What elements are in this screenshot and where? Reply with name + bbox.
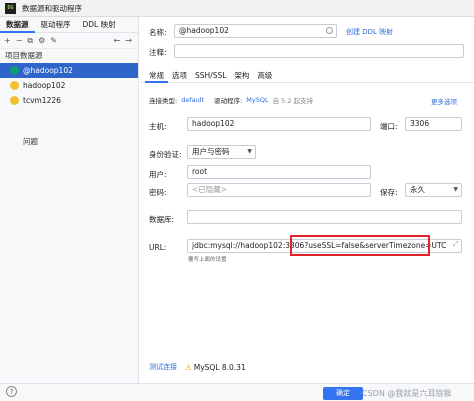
left-tabs: 数据源 驱动程序 DDL 映射 (0, 17, 138, 33)
left-panel: 数据源 驱动程序 DDL 映射 + − ⧉ ⚙ ✎ ← → 项目数据源 @had… (0, 17, 139, 383)
tab-advanced[interactable]: 高级 (253, 69, 276, 83)
clear-icon[interactable] (326, 27, 333, 34)
settings-tabs: 常规 选项 SSH/SSL 架构 高级 (140, 69, 474, 83)
auth-dropdown[interactable]: 用户与密码 ▼ (187, 145, 256, 159)
back-icon[interactable]: ← (114, 36, 121, 45)
comment-label: 注释: (149, 48, 167, 57)
database-icon (10, 96, 19, 105)
problems-label[interactable]: 问题 (0, 136, 38, 147)
save-dropdown[interactable]: 永久 ▼ (405, 183, 462, 197)
more-options-link[interactable]: 更多选项 (431, 96, 457, 106)
connection-info-row: 连接类型: default 驱动程序: MySQL 自 5.2 起支持 (149, 95, 313, 105)
user-field[interactable]: root (187, 165, 371, 179)
port-field[interactable]: 3306 (405, 117, 462, 131)
mysql-version: MySQL 8.0.31 (193, 362, 246, 372)
password-field[interactable]: <已隐藏> (187, 183, 371, 197)
auth-label: 身份验证: (149, 150, 182, 159)
datasource-label: hadoop102 (23, 81, 66, 90)
conn-type-label: 连接类型: (149, 97, 178, 105)
save-label: 保存: (380, 188, 398, 197)
driver-note: 自 5.2 起支持 (272, 97, 314, 105)
datasource-label: @hadoop102 (23, 66, 73, 75)
test-connection-row: 测试连接 ⚠ MySQL 8.0.31 (149, 362, 246, 372)
datasource-label: tcvm1226 (23, 96, 61, 105)
host-field[interactable]: hadoop102 (187, 117, 371, 131)
section-project-sources: 项目数据源 (5, 51, 43, 60)
window-title: 数据源和驱动程序 (22, 3, 82, 13)
test-connection-link[interactable]: 测试连接 (149, 362, 177, 372)
host-label: 主机: (149, 122, 167, 131)
help-icon[interactable]: ? (6, 386, 17, 397)
tab-ddl-mapping[interactable]: DDL 映射 (77, 17, 122, 33)
datagrip-logo-icon: DG (5, 2, 16, 14)
port-label: 端口: (380, 122, 398, 131)
datasource-item-hadoop102[interactable]: hadoop102 (0, 78, 138, 93)
copy-icon[interactable]: ⧉ (27, 36, 33, 46)
expand-icon[interactable]: ⤢ (453, 240, 459, 249)
password-label: 密码: (149, 188, 167, 197)
database-label: 数据库: (149, 215, 175, 224)
edit-icon[interactable]: ✎ (50, 36, 57, 45)
watermark: CSDN @我就是六耳猕猴 (362, 389, 452, 398)
database-icon (10, 81, 19, 90)
title-bar: DG 数据源和驱动程序 (0, 0, 474, 17)
forward-icon[interactable]: → (125, 36, 132, 45)
highlight-box (290, 235, 430, 256)
mysql-icon (10, 66, 19, 75)
datasource-item-tcvm1226[interactable]: tcvm1226 (0, 93, 138, 108)
datasource-item-hadoop102-at[interactable]: @hadoop102 (0, 63, 138, 78)
settings-icon[interactable]: ⚙ (38, 36, 45, 45)
auth-value: 用户与密码 (192, 147, 230, 156)
tab-ssh-ssl[interactable]: SSH/SSL (191, 69, 230, 83)
comment-field[interactable] (174, 44, 464, 58)
tab-options[interactable]: 选项 (168, 69, 191, 83)
conn-type-link[interactable]: default (181, 96, 204, 104)
database-field[interactable] (187, 210, 462, 224)
url-hint: 覆写上面的设置 (188, 257, 227, 263)
name-field[interactable]: @hadoop102 (174, 24, 337, 38)
bottom-bar: ? 确定 CSDN @我就是六耳猕猴 (0, 383, 474, 401)
create-ddl-mapping-link[interactable]: 创建 DDL 映射 (346, 27, 393, 37)
ok-button[interactable]: 确定 (323, 387, 363, 400)
left-toolbar: + − ⧉ ⚙ ✎ ← → (0, 33, 138, 49)
tab-data-sources[interactable]: 数据源 (0, 17, 35, 33)
chevron-down-icon: ▼ (453, 186, 458, 193)
warning-icon: ⚠ (185, 362, 192, 372)
save-value: 永久 (410, 185, 425, 194)
tab-drivers[interactable]: 驱动程序 (35, 17, 77, 33)
chevron-down-icon: ▼ (247, 148, 252, 155)
tab-schemas[interactable]: 架构 (230, 69, 253, 83)
driver-link[interactable]: MySQL (246, 96, 268, 104)
driver-label: 驱动程序: (214, 97, 243, 105)
add-icon[interactable]: + (4, 36, 11, 45)
name-label: 名称: (149, 28, 167, 37)
tab-general[interactable]: 常规 (145, 69, 168, 83)
remove-icon[interactable]: − (16, 36, 23, 45)
url-label: URL: (149, 243, 167, 252)
user-label: 用户: (149, 170, 167, 179)
datasource-form: 名称: @hadoop102 创建 DDL 映射 注释: 常规 选项 SSH/S… (140, 17, 474, 383)
